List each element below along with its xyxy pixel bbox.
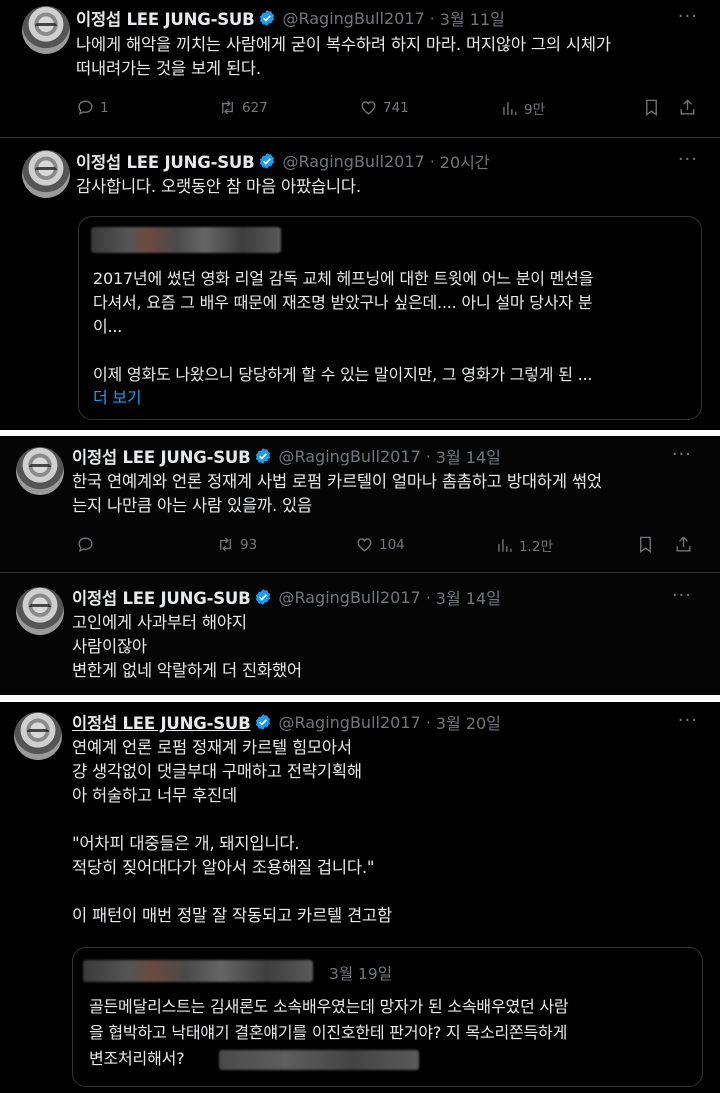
timestamp[interactable]: 20시간 bbox=[440, 149, 490, 173]
verified-badge-icon bbox=[256, 714, 271, 730]
display-name[interactable]: 이정섭 LEE JUNG-SUB bbox=[76, 149, 255, 173]
tweet-text: 고인에게 사과부터 해야지 사람이잖아 변한게 없네 악랄하게 더 진화했어 bbox=[72, 613, 302, 680]
tweet-header: 이정섭 LEE JUNG-SUB @RagingBull2017 · 3월 20… bbox=[72, 710, 501, 734]
bookmark-icon bbox=[646, 99, 657, 116]
reply-icon bbox=[78, 537, 93, 553]
timestamp[interactable]: 3월 20일 bbox=[436, 710, 501, 734]
views-button[interactable]: 1.2만 bbox=[495, 535, 553, 555]
reply-icon bbox=[78, 100, 93, 116]
verified-badge-icon bbox=[256, 448, 271, 464]
tweet-text: 나에게 해악을 끼치는 사람에게 굳이 복수하려 하지 마라. 머지않아 그의 … bbox=[76, 35, 611, 78]
views-button[interactable]: 9만 bbox=[500, 98, 545, 118]
views-icon bbox=[503, 101, 517, 115]
share-icon bbox=[680, 99, 695, 115]
avatar[interactable] bbox=[22, 6, 70, 54]
bookmark-button[interactable] bbox=[636, 535, 655, 554]
show-more-link[interactable]: 더 보기 bbox=[93, 386, 293, 410]
more-options-icon[interactable]: ··· bbox=[678, 6, 698, 27]
retweet-button[interactable]: 93 bbox=[216, 535, 257, 554]
blurred-author bbox=[83, 960, 313, 982]
verified-badge-icon bbox=[260, 10, 275, 26]
share-button[interactable] bbox=[674, 535, 693, 554]
retweet-count: 93 bbox=[240, 536, 258, 553]
separator-dot: · bbox=[429, 151, 435, 171]
timestamp[interactable]: 3월 14일 bbox=[436, 444, 501, 468]
more-options-icon[interactable]: ··· bbox=[672, 444, 692, 465]
tweet-text: 연예계 언론 로펌 정재계 카르텔 힘모아서 걍 생각없이 댓글부대 구매하고 … bbox=[72, 738, 392, 925]
avatar[interactable] bbox=[14, 712, 62, 760]
timestamp[interactable]: 3월 14일 bbox=[436, 585, 501, 609]
separator-dot: · bbox=[425, 446, 431, 466]
blurred-author bbox=[91, 227, 281, 253]
quoted-text: 2017년에 썼던 영화 리얼 감독 교체 헤프닝에 대한 트윗에 어느 분이 … bbox=[93, 269, 594, 384]
tweet-header: 이정섭 LEE JUNG-SUB @RagingBull2017 · 3월 14… bbox=[72, 585, 501, 609]
verified-badge-icon bbox=[260, 153, 275, 169]
tweet[interactable]: 이정섭 LEE JUNG-SUB @RagingBull2017 · 20시간 … bbox=[0, 138, 720, 430]
tweet-header: 이정섭 LEE JUNG-SUB @RagingBull2017 · 3월 11… bbox=[76, 6, 505, 30]
avatar[interactable] bbox=[16, 447, 64, 495]
more-options-icon[interactable]: ··· bbox=[678, 149, 698, 170]
screenshot-panel-1: 이정섭 LEE JUNG-SUB @RagingBull2017 · 3월 11… bbox=[0, 0, 720, 430]
share-button[interactable] bbox=[678, 98, 697, 117]
handle[interactable]: @RagingBull2017 bbox=[282, 9, 424, 28]
tweet-header: 이정섭 LEE JUNG-SUB @RagingBull2017 · 3월 14… bbox=[72, 444, 501, 468]
display-name[interactable]: 이정섭 LEE JUNG-SUB bbox=[72, 710, 251, 734]
screenshot-panel-2: 이정섭 LEE JUNG-SUB @RagingBull2017 · 3월 14… bbox=[0, 436, 720, 695]
quoted-tweet[interactable]: 2017년에 썼던 영화 리얼 감독 교체 헤프닝에 대한 트윗에 어느 분이 … bbox=[78, 216, 702, 420]
view-count: 1.2만 bbox=[519, 539, 553, 555]
display-name[interactable]: 이정섭 LEE JUNG-SUB bbox=[76, 6, 255, 30]
heart-icon bbox=[361, 101, 376, 115]
like-count: 741 bbox=[383, 99, 409, 116]
timestamp[interactable]: 3월 11일 bbox=[440, 6, 505, 30]
retweet-icon bbox=[220, 537, 231, 552]
avatar[interactable] bbox=[16, 587, 64, 635]
tweet[interactable]: 이정섭 LEE JUNG-SUB @RagingBull2017 · 3월 11… bbox=[0, 0, 720, 137]
quoted-tweet[interactable]: 3월 19일 골든메달리스트는 김새론도 소속배우였는데 망자가 된 소속배우였… bbox=[72, 947, 703, 1087]
quoted-timestamp[interactable]: 3월 19일 bbox=[329, 962, 392, 984]
tweet-text: 감사합니다. 오랫동안 참 마음 아팠습니다. bbox=[76, 177, 361, 196]
screenshot-gap bbox=[0, 695, 720, 702]
tweet-actions: 1 627 741 9만 bbox=[76, 98, 696, 120]
retweet-count: 627 bbox=[242, 99, 268, 116]
separator-dot: · bbox=[425, 587, 431, 607]
screenshot-panel-3: 이정섭 LEE JUNG-SUB @RagingBull2017 · 3월 20… bbox=[0, 702, 720, 1093]
separator-dot: · bbox=[429, 8, 435, 28]
more-options-icon[interactable]: ··· bbox=[672, 585, 692, 606]
tweet[interactable]: 이정섭 LEE JUNG-SUB @RagingBull2017 · 3월 14… bbox=[0, 573, 720, 695]
display-name[interactable]: 이정섭 LEE JUNG-SUB bbox=[72, 444, 251, 468]
blurred-text bbox=[219, 1050, 419, 1070]
handle[interactable]: @RagingBull2017 bbox=[278, 447, 420, 466]
tweet-actions: 93 104 1.2만 bbox=[76, 535, 696, 557]
reply-count: 1 bbox=[100, 99, 109, 116]
retweet-button[interactable]: 627 bbox=[218, 98, 268, 117]
avatar[interactable] bbox=[22, 150, 70, 198]
handle[interactable]: @RagingBull2017 bbox=[282, 152, 424, 171]
tweet-header: 이정섭 LEE JUNG-SUB @RagingBull2017 · 20시간 bbox=[76, 149, 490, 173]
views-icon bbox=[498, 538, 512, 552]
like-count: 104 bbox=[379, 536, 405, 553]
handle[interactable]: @RagingBull2017 bbox=[278, 713, 420, 732]
display-name[interactable]: 이정섭 LEE JUNG-SUB bbox=[72, 585, 251, 609]
verified-badge-icon bbox=[256, 589, 271, 605]
view-count: 9만 bbox=[524, 102, 546, 118]
more-options-icon[interactable]: ··· bbox=[678, 710, 698, 731]
like-button[interactable]: 741 bbox=[359, 98, 409, 117]
bookmark-button[interactable] bbox=[642, 98, 661, 117]
tweet[interactable]: 이정섭 LEE JUNG-SUB @RagingBull2017 · 3월 20… bbox=[0, 702, 720, 1093]
share-icon bbox=[676, 536, 691, 552]
retweet-icon bbox=[222, 100, 233, 115]
tweet-text: 한국 연예계와 언론 정재계 사법 로펌 카르텔이 얼마나 촘촘하고 방대하게 … bbox=[72, 472, 602, 515]
separator-dot: · bbox=[425, 712, 431, 732]
reply-button[interactable]: 1 bbox=[76, 98, 109, 117]
bookmark-icon bbox=[640, 536, 651, 553]
like-button[interactable]: 104 bbox=[355, 535, 405, 554]
heart-icon bbox=[357, 538, 372, 552]
tweet[interactable]: 이정섭 LEE JUNG-SUB @RagingBull2017 · 3월 14… bbox=[0, 436, 720, 572]
handle[interactable]: @RagingBull2017 bbox=[278, 588, 420, 607]
reply-button[interactable] bbox=[76, 535, 100, 554]
